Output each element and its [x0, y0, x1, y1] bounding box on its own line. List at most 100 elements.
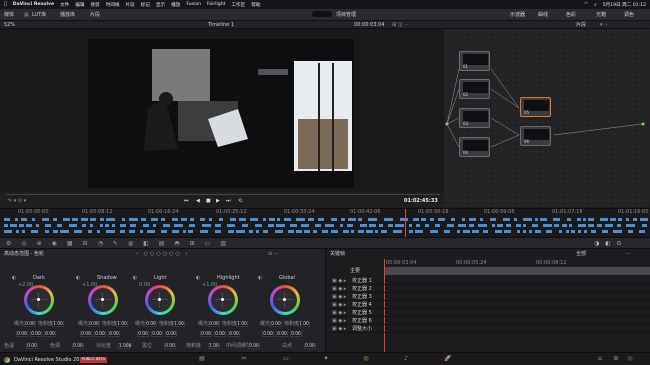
timeline-clip[interactable] [469, 218, 476, 221]
timeline-clip[interactable] [22, 230, 25, 233]
timeline-clip[interactable] [626, 224, 635, 227]
timeline-clip[interactable] [451, 218, 455, 221]
timeline-clip[interactable] [284, 218, 291, 221]
rgb-field[interactable]: 0.00 [151, 331, 163, 337]
timeline-clip[interactable] [202, 224, 211, 227]
timeline-clip[interactable] [97, 230, 100, 233]
keyframe-row-icons[interactable]: ▣ ◆ ▸ [332, 303, 346, 308]
timeline-clip[interactable] [140, 230, 143, 233]
timeline-clip[interactable] [263, 230, 268, 233]
adjust-field[interactable]: 0.00 [26, 343, 38, 349]
project-title[interactable]: 项目管理 [336, 13, 356, 18]
timeline-clip[interactable] [600, 218, 608, 221]
keyframe-row[interactable] [326, 309, 650, 317]
timeline-clip[interactable] [529, 230, 532, 233]
timeline-clip[interactable] [130, 224, 136, 227]
timeline-clip[interactable] [409, 230, 413, 233]
keyframe-row-icons[interactable]: ▣ ◆ ▸ [332, 287, 346, 292]
timeline-clip[interactable] [567, 218, 571, 221]
palette-icons-left[interactable]: ⚙◎⊕◉▦⊟◔✎◍◧▤◓⊞▭▥ [6, 241, 236, 247]
timeline-clip[interactable] [543, 224, 552, 227]
rgb-field[interactable]: 0.00 [276, 331, 288, 337]
exposure-field[interactable]: 0.00 [270, 321, 282, 327]
loop-icon[interactable]: ⟲ [238, 199, 242, 204]
timeline-clip[interactable] [161, 230, 167, 233]
timeline-clip[interactable] [358, 218, 362, 221]
gallery-button[interactable]: 播放库 [60, 13, 75, 18]
timeline-clip[interactable] [53, 230, 58, 233]
clips-button[interactable]: 片段 [90, 13, 100, 18]
viewer-options-icon[interactable]: ⊞ ◫ ⋯ [392, 23, 409, 28]
timeline-clip[interactable] [69, 224, 77, 227]
reverse-icon[interactable]: ◀ [196, 199, 200, 204]
timeline-clip[interactable] [301, 224, 309, 227]
timeline-clip[interactable] [535, 230, 541, 233]
timeline-clip[interactable] [478, 224, 487, 227]
color-wheel-shadow[interactable] [88, 285, 118, 315]
keyframe-row-icons[interactable]: ▣ ◆ ▸ [332, 311, 346, 316]
timeline-clip[interactable] [183, 230, 186, 233]
menu-playback[interactable]: 播放 [171, 2, 180, 8]
pen-tool-icon[interactable]: ✎ ▾ ⊙ ▾ [8, 199, 26, 204]
node-06[interactable]: 06 [520, 126, 551, 146]
timeline-clip[interactable] [106, 230, 115, 233]
timeline-clip[interactable] [53, 218, 57, 221]
timeline-clip[interactable] [322, 230, 328, 233]
rgb-field[interactable]: 0.00 [290, 331, 302, 337]
timeline-clip[interactable] [381, 230, 387, 233]
saturation-field[interactable]: 1.00 [52, 321, 64, 327]
deliver-page-icon[interactable]: 🚀 [444, 355, 452, 362]
grid-icon[interactable]: ▦ [24, 13, 29, 18]
timeline-clip[interactable] [147, 230, 155, 233]
timeline-clip[interactable] [379, 224, 383, 227]
timeline-clip[interactable] [276, 224, 285, 227]
video-frame[interactable] [88, 39, 354, 188]
node-01[interactable]: 01 [459, 51, 490, 71]
wheel-reset-icon[interactable]: ◐ [12, 276, 16, 281]
timeline-clip[interactable] [190, 218, 194, 221]
color-wheel-highlight[interactable] [208, 285, 238, 315]
timeline-clips[interactable] [0, 216, 650, 236]
timeline-clip[interactable] [347, 224, 353, 227]
timeline-clip[interactable] [639, 230, 645, 233]
color-wheel-dark[interactable] [24, 285, 54, 315]
wifi-icon[interactable]: ◠ [584, 2, 588, 7]
timeline-clip[interactable] [105, 224, 109, 227]
timeline-clip[interactable] [4, 218, 10, 221]
timeline-clip[interactable] [458, 224, 466, 227]
timeline-clip[interactable] [163, 224, 170, 227]
rgb-field[interactable]: 0.00 [262, 331, 274, 337]
timeline-clip[interactable] [535, 218, 538, 221]
timeline-clip[interactable] [249, 230, 253, 233]
color-wheel-light[interactable] [145, 285, 175, 315]
timeline-clip[interactable] [230, 218, 236, 221]
rgb-field[interactable]: 0.00 [30, 331, 42, 337]
timeline-clip[interactable] [200, 230, 208, 233]
timeline-clip[interactable] [384, 218, 393, 221]
timeline-clip[interactable] [506, 224, 511, 227]
timeline-clip[interactable] [172, 230, 179, 233]
menu-help[interactable]: 帮助 [251, 2, 260, 8]
node-04[interactable]: 04 [459, 137, 490, 157]
timeline-clip[interactable] [584, 230, 587, 233]
rgb-field[interactable]: 0.00 [44, 331, 56, 337]
node-05[interactable]: 05 [520, 97, 551, 117]
timeline-clip[interactable] [523, 224, 526, 227]
timeline-clip[interactable] [472, 230, 479, 233]
settings-icon[interactable]: ⚙ [612, 355, 620, 362]
timeline-clip[interactable] [26, 224, 32, 227]
timeline-clip[interactable] [588, 218, 594, 221]
timeline-clip[interactable] [4, 230, 12, 233]
adjust-field[interactable]: 1.000 [118, 343, 131, 349]
color-button[interactable]: 色彩 [566, 13, 576, 18]
timeline-clip[interactable] [490, 218, 496, 221]
rgb-field[interactable]: 0.00 [228, 331, 240, 337]
curves-button[interactable]: 曲线 [538, 13, 548, 18]
grade-button[interactable]: 调色 [624, 13, 634, 18]
timeline-clip[interactable] [613, 230, 622, 233]
keyframe-row[interactable] [326, 325, 650, 333]
timeline-clip[interactable] [633, 218, 637, 221]
node-03[interactable]: 03 [459, 108, 490, 128]
timeline-clip[interactable] [90, 224, 93, 227]
timeline-clip[interactable] [290, 224, 297, 227]
